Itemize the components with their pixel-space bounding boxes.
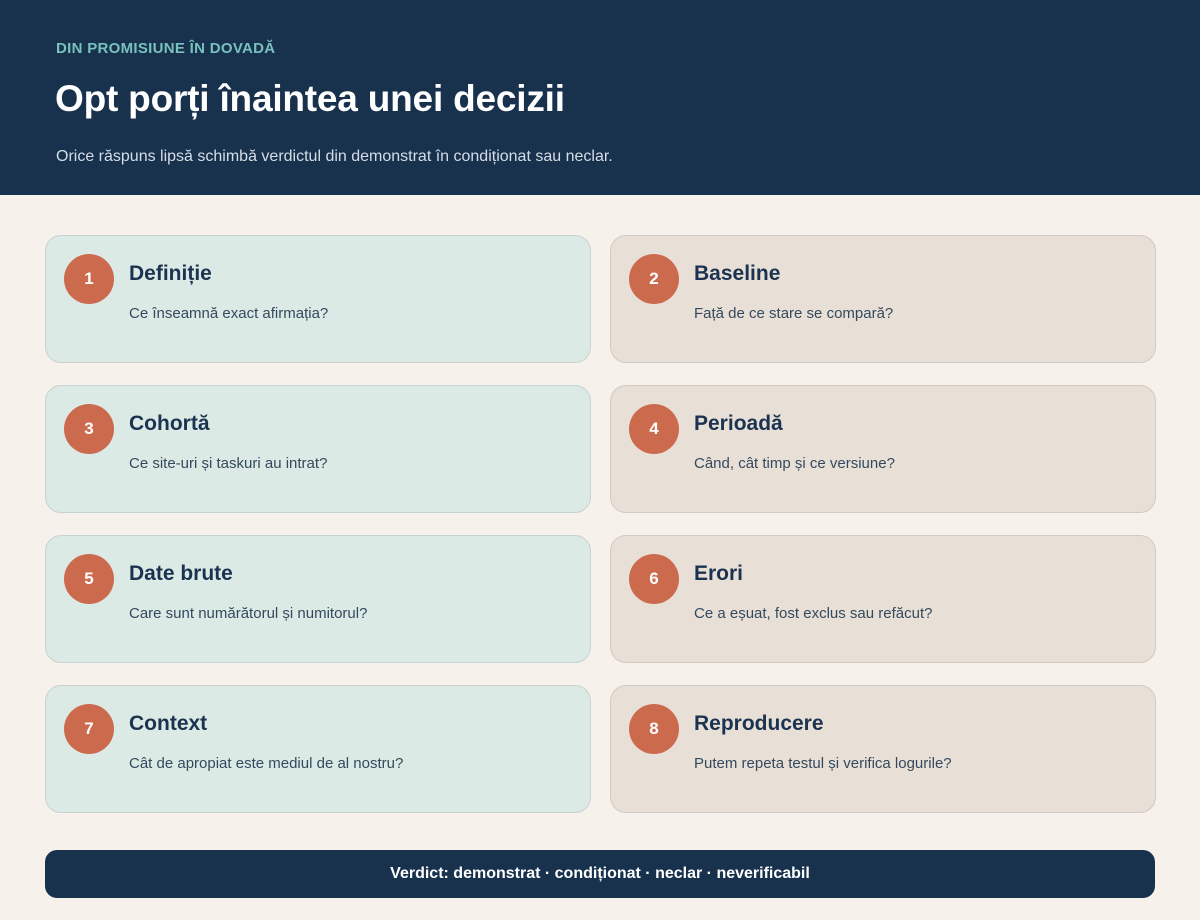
gate-question: Ce înseamnă exact afirmația?: [129, 305, 329, 322]
gate-card-4: 4 Perioadă Când, cât timp și ce versiune…: [610, 385, 1156, 513]
gate-number-badge: 2: [629, 254, 679, 304]
gate-number-badge: 8: [629, 704, 679, 754]
gate-title: Context: [129, 712, 208, 735]
gate-title: Baseline: [694, 262, 781, 285]
verdict-bar: Verdict: demonstrat · condiționat · necl…: [45, 850, 1155, 898]
gate-question: Ce a eșuat, fost exclus sau refăcut?: [694, 605, 933, 622]
gate-number-badge: 3: [64, 404, 114, 454]
gate-card-6: 6 Erori Ce a eșuat, fost exclus sau refă…: [610, 535, 1156, 663]
gate-card-3: 3 Cohortă Ce site-uri și taskuri au intr…: [45, 385, 591, 513]
gate-title: Date brute: [129, 562, 233, 585]
gate-card-2: 2 Baseline Față de ce stare se compară?: [610, 235, 1156, 363]
gate-number-badge: 5: [64, 554, 114, 604]
gate-card-7: 7 Context Cât de apropiat este mediul de…: [45, 685, 591, 813]
gate-card-8: 8 Reproducere Putem repeta testul și ver…: [610, 685, 1156, 813]
gate-question: Cât de apropiat este mediul de al nostru…: [129, 755, 404, 772]
gate-question: Putem repeta testul și verifica logurile…: [694, 755, 952, 772]
gate-title: Perioadă: [694, 412, 783, 435]
gate-number-badge: 6: [629, 554, 679, 604]
gate-question: Față de ce stare se compară?: [694, 305, 894, 322]
gate-card-1: 1 Definiție Ce înseamnă exact afirmația?: [45, 235, 591, 363]
gate-card-5: 5 Date brute Care sunt numărătorul și nu…: [45, 535, 591, 663]
eyebrow-label: DIN PROMISIUNE ÎN DOVADĂ: [56, 40, 276, 57]
gate-number-badge: 1: [64, 254, 114, 304]
gate-question: Care sunt numărătorul și numitorul?: [129, 605, 368, 622]
gate-question: Când, cât timp și ce versiune?: [694, 455, 895, 472]
gate-title: Reproducere: [694, 712, 824, 735]
gate-title: Erori: [694, 562, 744, 585]
page-title: Opt porți înaintea unei decizii: [55, 78, 565, 119]
gate-question: Ce site-uri și taskuri au intrat?: [129, 455, 328, 472]
gate-number-badge: 4: [629, 404, 679, 454]
page-subtitle: Orice răspuns lipsă schimbă verdictul di…: [56, 148, 613, 165]
gate-title: Cohortă: [129, 412, 210, 435]
header-banner: DIN PROMISIUNE ÎN DOVADĂ Opt porți înain…: [0, 0, 1200, 195]
gate-number-badge: 7: [64, 704, 114, 754]
gate-title: Definiție: [129, 262, 212, 285]
